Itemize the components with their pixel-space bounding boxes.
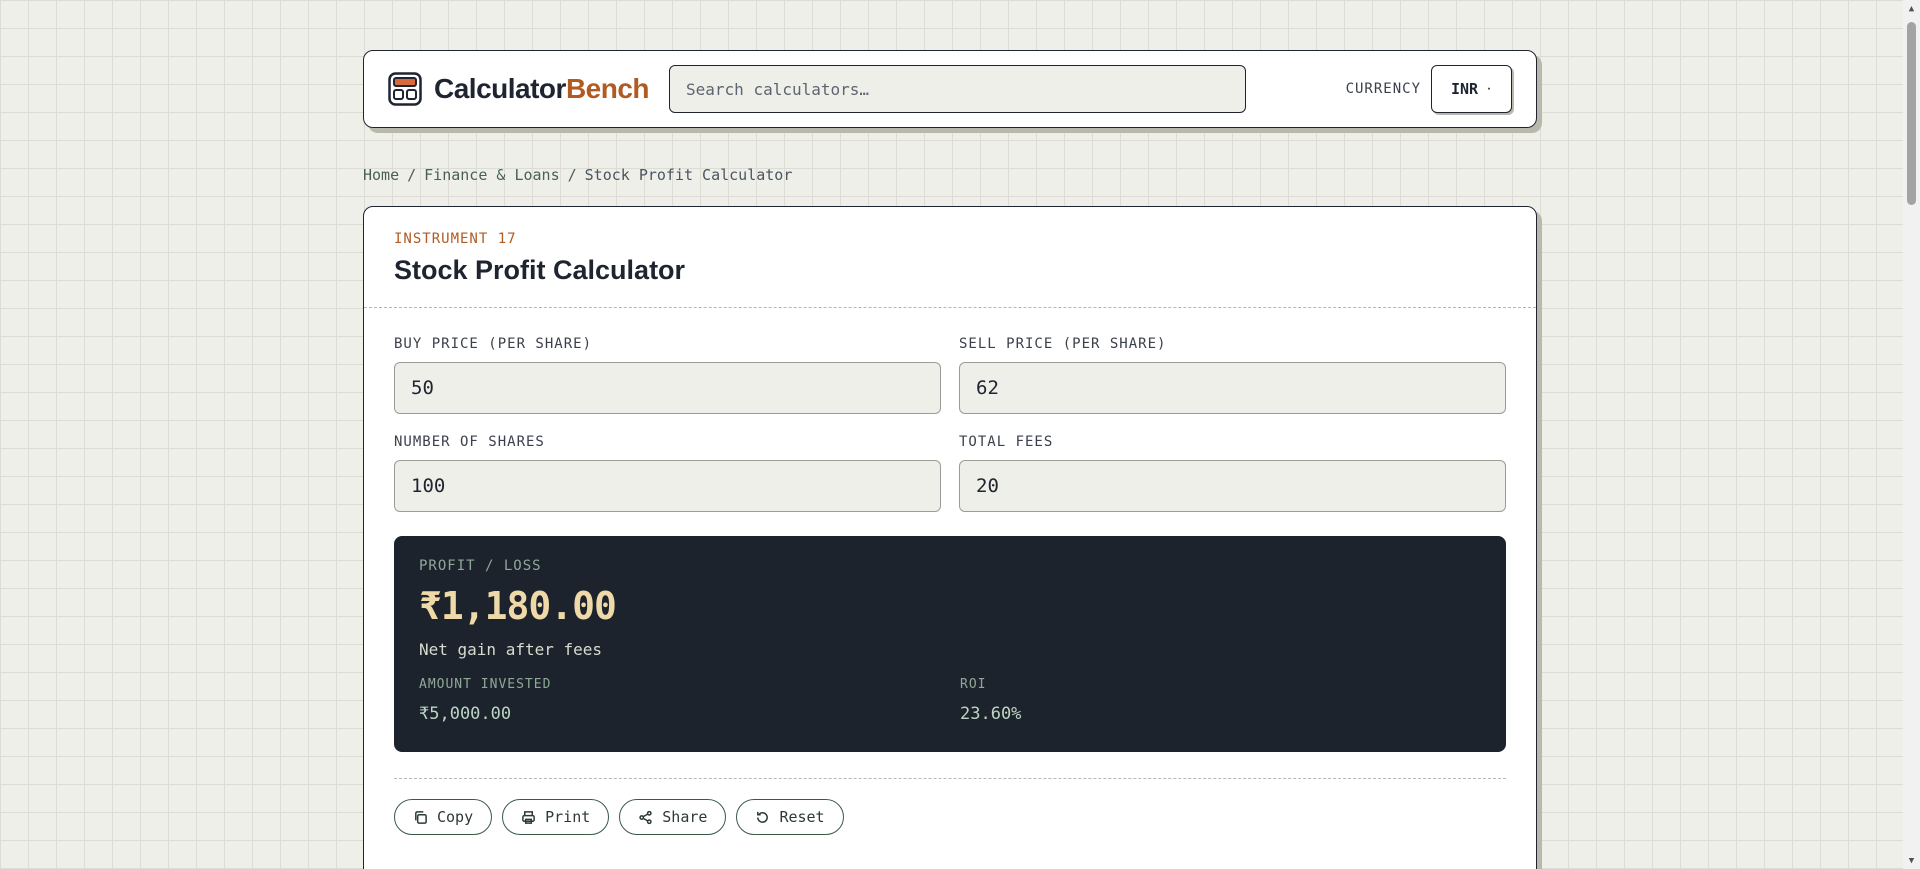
print-button[interactable]: Print	[502, 799, 610, 835]
shares-label: NUMBER OF SHARES	[394, 434, 545, 450]
roi-label: ROI	[960, 677, 987, 692]
buy-price-group: BUY PRICE (PER SHARE)	[394, 336, 941, 414]
calculator-icon	[388, 72, 422, 106]
scroll-down-icon[interactable]: ▼	[1903, 852, 1920, 869]
logo[interactable]: CalculatorBench	[388, 72, 650, 106]
chevron-down-icon: ·	[1486, 83, 1493, 95]
sell-price-label: SELL PRICE (PER SHARE)	[959, 336, 1167, 352]
page-scrollbar[interactable]: ▲ ▼	[1903, 0, 1920, 869]
breadcrumb-finance-loans[interactable]: Finance & Loans	[424, 166, 559, 184]
reset-button[interactable]: Reset	[736, 799, 844, 835]
currency-label: CURRENCY	[1345, 81, 1421, 97]
result-value: ₹1,180.00	[419, 584, 617, 628]
result-label: PROFIT / LOSS	[419, 558, 542, 574]
breadcrumb: Home / Finance & Loans / Stock Profit Calcul…	[363, 166, 1537, 188]
calculator-card: INSTRUMENT 17 Stock Profit Calculator BU…	[363, 206, 1537, 869]
share-label: Share	[662, 808, 708, 826]
print-label: Print	[545, 808, 591, 826]
page-title: Stock Profit Calculator	[394, 255, 686, 285]
printer-icon	[522, 810, 535, 824]
scroll-up-icon[interactable]: ▲	[1903, 0, 1920, 17]
buy-price-input[interactable]	[394, 362, 941, 414]
action-bar: Copy Print Share Reset	[364, 779, 1536, 835]
reset-icon	[757, 811, 769, 823]
brand-name: CalculatorBench	[434, 73, 650, 105]
site-header: CalculatorBench CURRENCY INR ·	[363, 50, 1537, 128]
breadcrumb-separator: /	[407, 166, 417, 184]
result-details: AMOUNT INVESTED ₹5,000.00 ROI 23.60%	[419, 677, 1481, 724]
roi-group: ROI 23.60%	[960, 677, 1360, 724]
amount-invested-label: AMOUNT INVESTED	[419, 677, 552, 692]
breadcrumb-current: Stock Profit Calculator	[584, 166, 793, 184]
shares-group: NUMBER OF SHARES	[394, 434, 941, 512]
breadcrumb-home[interactable]: Home	[363, 166, 399, 184]
fees-group: TOTAL FEES	[959, 434, 1506, 512]
share-icon	[639, 810, 652, 824]
brand-name-part1: Calculator	[434, 73, 566, 104]
fees-input[interactable]	[959, 460, 1506, 512]
instrument-label: INSTRUMENT 17	[394, 231, 517, 247]
breadcrumb-separator: /	[567, 166, 577, 184]
share-button[interactable]: Share	[619, 799, 727, 835]
fees-label: TOTAL FEES	[959, 434, 1054, 450]
shares-input[interactable]	[394, 460, 941, 512]
amount-invested-value: ₹5,000.00	[419, 704, 512, 724]
sell-price-input[interactable]	[959, 362, 1506, 414]
amount-invested-group: AMOUNT INVESTED ₹5,000.00	[419, 677, 960, 724]
sell-price-group: SELL PRICE (PER SHARE)	[959, 336, 1506, 414]
roi-value: 23.60%	[960, 704, 1022, 724]
copy-button[interactable]: Copy	[394, 799, 493, 835]
copy-icon	[415, 810, 427, 824]
copy-label: Copy	[437, 808, 474, 826]
currency-value: INR	[1450, 80, 1479, 98]
brand-name-part2: Bench	[565, 73, 650, 104]
page-container: CalculatorBench CURRENCY INR · Home / Finan…	[363, 50, 1537, 869]
input-fields: BUY PRICE (PER SHARE) SELL PRICE (PER SH…	[364, 308, 1536, 512]
currency-select[interactable]: INR ·	[1431, 65, 1512, 113]
buy-price-label: BUY PRICE (PER SHARE)	[394, 336, 593, 352]
result-panel: PROFIT / LOSS ₹1,180.00 Net gain after f…	[394, 536, 1506, 752]
result-note: Net gain after fees	[419, 640, 603, 659]
reset-label: Reset	[779, 808, 825, 826]
scrollbar-thumb[interactable]	[1907, 22, 1916, 205]
search-input[interactable]	[669, 65, 1247, 113]
card-header: INSTRUMENT 17 Stock Profit Calculator	[364, 207, 1536, 308]
